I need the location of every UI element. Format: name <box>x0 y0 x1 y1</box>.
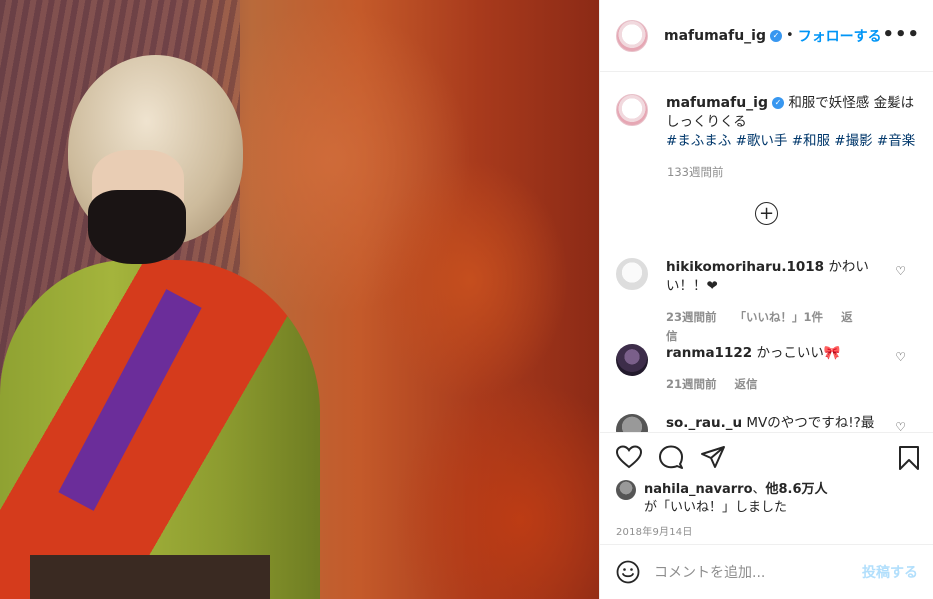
separator-dot: • <box>786 28 794 43</box>
post-comment-button[interactable]: 投稿する <box>862 562 918 582</box>
likes-others[interactable]: 他8.6万人 <box>766 482 828 497</box>
post-side-panel: mafumafu_ig ✓ • フォローする ••• mafumafu_ig ✓ … <box>599 0 933 599</box>
likes-suffix: が「いいね！」しました <box>644 500 788 515</box>
comment-meta: 23週間前 「いいね！」1件 返信 <box>666 308 876 346</box>
reply-button[interactable]: 返信 <box>735 377 758 391</box>
comment-text: MVのやつですね!?最 <box>746 415 875 431</box>
comment-username[interactable]: ranma1122 <box>666 345 752 361</box>
caption-text: mafumafu_ig ✓ 和服で妖怪感 金髪は しっくりくる #まふまふ #歌い… <box>666 94 915 151</box>
comment-time[interactable]: 23週間前 <box>666 310 717 324</box>
share-icon[interactable] <box>700 445 726 469</box>
comment-body: so._rau._u MVのやつですね!?最 <box>666 414 876 432</box>
comment-input[interactable]: コメントを追加... <box>654 562 854 582</box>
more-options-icon[interactable]: ••• <box>882 24 920 45</box>
verified-badge-icon: ✓ <box>772 97 785 109</box>
likes-text: nahila_navarro、他8.6万人 が「いいね！」しました <box>644 481 828 517</box>
caption-hashtags[interactable]: #まふまふ #歌い手 #和服 #撮影 #音楽 <box>666 133 915 149</box>
likes-summary: nahila_navarro、他8.6万人 が「いいね！」しました <box>616 480 828 517</box>
author-avatar[interactable] <box>616 19 648 52</box>
load-more-icon[interactable]: + <box>755 202 778 225</box>
caption-avatar[interactable] <box>616 94 648 126</box>
comment-username[interactable]: so._rau._u <box>666 415 742 431</box>
emoji-icon[interactable] <box>616 560 640 584</box>
post-caption: mafumafu_ig ✓ 和服で妖怪感 金髪は しっくりくる #まふまふ #歌い… <box>616 94 920 151</box>
comment-body: ranma1122 かっこいい🎀 21週間前 返信 <box>666 344 876 394</box>
comment-item: ranma1122 かっこいい🎀 21週間前 返信 ♡ <box>616 344 926 394</box>
comment-item: so._rau._u MVのやつですね!?最 ♡ <box>616 414 926 432</box>
comment-time[interactable]: 21週間前 <box>666 377 717 391</box>
commenter-avatar[interactable] <box>616 344 648 376</box>
author-info: mafumafu_ig ✓ • フォローする <box>664 26 882 46</box>
liker-avatar[interactable] <box>616 480 636 500</box>
comment-item: hikikomoriharu.1018 かわいい！！❤ 23週間前 「いいね！」… <box>616 258 926 346</box>
verified-badge-icon: ✓ <box>770 29 783 42</box>
add-comment-bar: コメントを追加... 投稿する <box>600 544 933 599</box>
comments-list[interactable]: hikikomoriharu.1018 かわいい！！❤ 23週間前 「いいね！」… <box>600 240 933 432</box>
commenter-avatar[interactable] <box>616 258 648 290</box>
comment-heart-icon[interactable]: ♡ <box>895 350 906 364</box>
bookmark-icon[interactable] <box>898 445 920 471</box>
commenter-avatar[interactable] <box>616 414 648 432</box>
comment-meta: 21週間前 返信 <box>666 375 876 394</box>
post-header: mafumafu_ig ✓ • フォローする ••• <box>600 0 933 72</box>
photo-mask <box>88 190 186 264</box>
caption-line-1: 和服で妖怪感 金髪は <box>788 95 915 111</box>
comment-username[interactable]: hikikomoriharu.1018 <box>666 259 824 275</box>
author-username[interactable]: mafumafu_ig <box>664 28 766 44</box>
comment-icon[interactable] <box>658 445 684 469</box>
post-date[interactable]: 2018年9月14日 <box>616 523 693 538</box>
comment-heart-icon[interactable]: ♡ <box>895 264 906 278</box>
caption-username[interactable]: mafumafu_ig <box>666 95 768 111</box>
caption-line-2: しっくりくる <box>666 114 747 130</box>
post-photo[interactable] <box>0 0 599 599</box>
likes-connector: 、 <box>752 482 766 497</box>
liker-username[interactable]: nahila_navarro <box>644 482 753 497</box>
comment-like-count[interactable]: 「いいね！」1件 <box>735 310 824 324</box>
comment-body: hikikomoriharu.1018 かわいい！！❤ 23週間前 「いいね！」… <box>666 258 876 346</box>
follow-button[interactable]: フォローする <box>798 26 882 46</box>
photo-obi <box>30 555 270 599</box>
comment-text: かっこいい🎀 <box>756 345 841 361</box>
action-icons <box>616 445 726 469</box>
heart-icon[interactable] <box>616 445 642 469</box>
caption-timestamp[interactable]: 133週間前 <box>667 164 723 180</box>
post-actions: nahila_navarro、他8.6万人 が「いいね！」しました 2018年9… <box>600 432 933 544</box>
comment-heart-icon[interactable]: ♡ <box>895 420 906 432</box>
